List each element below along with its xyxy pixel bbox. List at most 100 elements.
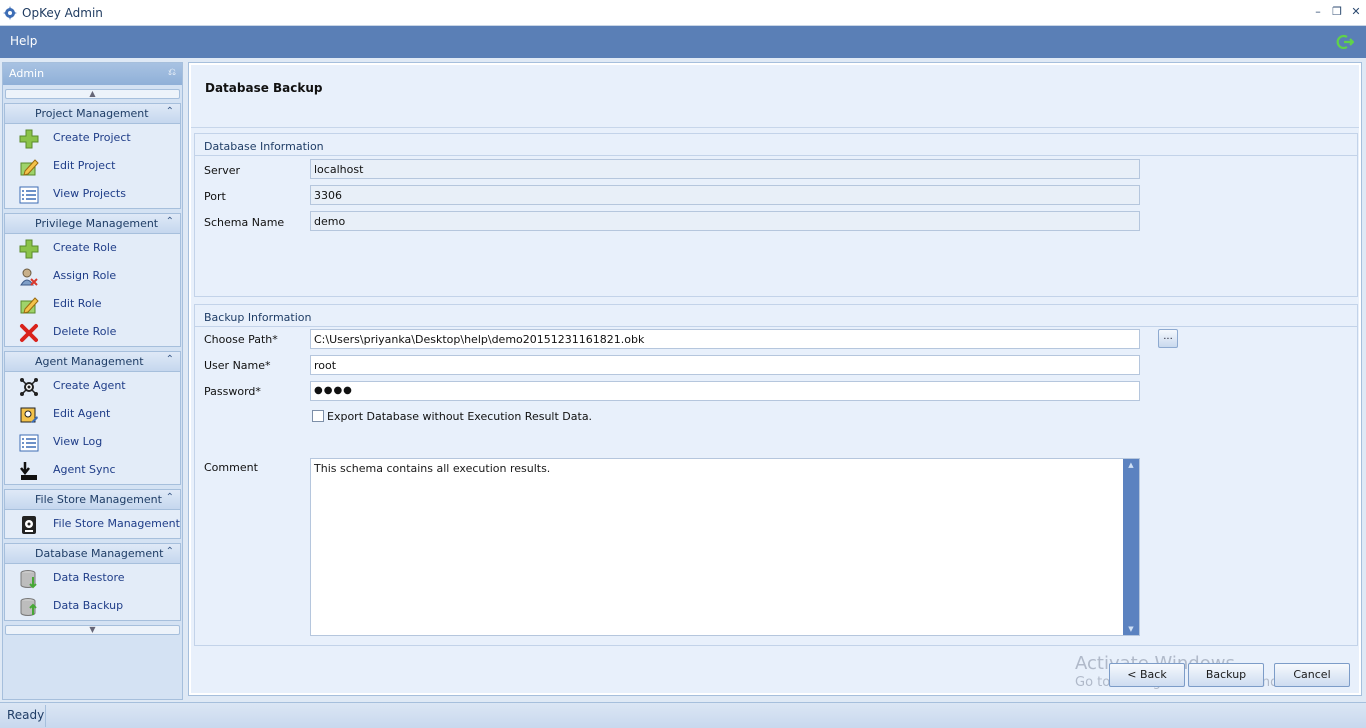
backup-information-section: Backup Information Choose Path* C:\Users… — [194, 304, 1358, 646]
server-label: Server — [204, 164, 241, 177]
sidebar-scroll-down[interactable]: ▼ — [5, 625, 180, 635]
schema-name-field: demo — [310, 211, 1140, 231]
group-header[interactable]: Agent Management ⌃ — [5, 352, 180, 372]
admin-sidebar: Admin ⎌ ▲ Project Management ⌃ Create Pr… — [2, 62, 183, 700]
sidebar-item-label: File Store Management — [53, 517, 180, 530]
sidebar-title: Admin — [9, 67, 45, 80]
group-agent-management: Agent Management ⌃ Create Agent Edit Age… — [4, 351, 181, 485]
export-without-results-checkbox[interactable] — [312, 410, 324, 422]
status-text: Ready — [7, 708, 45, 722]
header-divider — [191, 127, 1359, 128]
sidebar-item-edit-project[interactable]: Edit Project — [5, 152, 180, 180]
delete-icon — [20, 324, 38, 342]
main-content: Database Backup Database Information Ser… — [191, 65, 1359, 693]
group-title: Agent Management — [35, 355, 144, 368]
sidebar-item-edit-role[interactable]: Edit Role — [5, 290, 180, 318]
sidebar-item-delete-role[interactable]: Delete Role — [5, 318, 180, 346]
sidebar-item-label: Create Project — [53, 131, 131, 144]
sidebar-scroll-up[interactable]: ▲ — [5, 89, 180, 99]
minimize-icon[interactable]: – — [1310, 4, 1326, 20]
group-title: Privilege Management — [35, 217, 159, 230]
scroll-up-arrow-icon[interactable]: ▲ — [1123, 459, 1139, 471]
sidebar-item-create-role[interactable]: Create Role — [5, 234, 180, 262]
sidebar-item-create-agent[interactable]: Create Agent — [5, 372, 180, 400]
sidebar-item-label: Agent Sync — [53, 463, 116, 476]
browse-button[interactable]: ... — [1158, 329, 1178, 348]
collapse-icon[interactable]: ⌃ — [166, 546, 174, 557]
main-panel: Database Backup Database Information Ser… — [188, 62, 1362, 696]
comment-scrollbar[interactable]: ▲ ▼ — [1123, 459, 1139, 635]
app-logo-icon — [3, 6, 17, 20]
group-file-store-management: File Store Management ⌃ File Store Manag… — [4, 489, 181, 539]
sidebar-item-label: Data Backup — [53, 599, 124, 612]
export-checkbox-label[interactable]: Export Database without Execution Result… — [327, 410, 592, 423]
section-title: Backup Information — [204, 311, 312, 324]
sidebar-item-label: Create Role — [53, 241, 117, 254]
menu-help[interactable]: Help — [10, 34, 37, 48]
menu-bar: Help — [0, 26, 1366, 58]
sidebar-item-label: Delete Role — [53, 325, 117, 338]
user-name-input[interactable]: root — [310, 355, 1140, 375]
collapse-icon[interactable]: ⌃ — [166, 354, 174, 365]
section-title: Database Information — [204, 140, 324, 153]
page-title: Database Backup — [205, 81, 323, 95]
sidebar-item-label: View Projects — [53, 187, 126, 200]
edit-agent-icon — [20, 407, 38, 423]
sidebar-item-label: Data Restore — [53, 571, 125, 584]
sidebar-item-assign-role[interactable]: Assign Role — [5, 262, 180, 290]
server-field: localhost — [310, 159, 1140, 179]
group-database-management: Database Management ⌃ Data Restore Data … — [4, 543, 181, 621]
comment-text: This schema contains all execution resul… — [314, 462, 551, 475]
group-header[interactable]: Project Management ⌃ — [5, 104, 180, 124]
add-icon — [19, 239, 39, 259]
sidebar-item-view-log[interactable]: View Log — [5, 428, 180, 456]
sidebar-item-label: Assign Role — [53, 269, 117, 282]
list-icon — [19, 434, 39, 452]
window-title: OpKey Admin — [22, 6, 103, 20]
collapse-icon[interactable]: ⌃ — [166, 106, 174, 117]
comment-textarea[interactable]: This schema contains all execution resul… — [310, 458, 1140, 636]
title-bar: OpKey Admin – ❐ ✕ — [0, 0, 1366, 26]
pin-icon[interactable]: ⎌ — [168, 67, 176, 78]
section-divider — [195, 326, 1357, 327]
status-divider — [45, 705, 46, 727]
sidebar-item-label: Edit Role — [53, 297, 102, 310]
sidebar-item-data-backup[interactable]: Data Backup — [5, 592, 180, 620]
group-title: Project Management — [35, 107, 149, 120]
sidebar-item-file-store-management[interactable]: File Store Management — [5, 510, 180, 538]
add-icon — [19, 129, 39, 149]
choose-path-input[interactable]: C:\Users\priyanka\Desktop\help\demo20151… — [310, 329, 1140, 349]
backup-button[interactable]: Backup — [1188, 663, 1264, 687]
sidebar-header: Admin ⎌ — [3, 63, 182, 85]
close-icon[interactable]: ✕ — [1348, 4, 1364, 20]
sidebar-item-edit-agent[interactable]: Edit Agent — [5, 400, 180, 428]
status-bar: Ready — [0, 702, 1366, 728]
database-backup-icon — [20, 598, 37, 616]
edit-icon — [20, 159, 39, 176]
comment-label: Comment — [204, 461, 258, 474]
back-button[interactable]: < Back — [1109, 663, 1185, 687]
group-header[interactable]: Database Management ⌃ — [5, 544, 180, 564]
user-name-label: User Name* — [204, 359, 271, 372]
cancel-button[interactable]: Cancel — [1274, 663, 1350, 687]
sidebar-item-label: Create Agent — [53, 379, 126, 392]
group-project-management: Project Management ⌃ Create Project Edit… — [4, 103, 181, 209]
port-field: 3306 — [310, 185, 1140, 205]
password-label: Password* — [204, 385, 261, 398]
group-header[interactable]: Privilege Management ⌃ — [5, 214, 180, 234]
sidebar-item-label: Edit Project — [53, 159, 116, 172]
group-header[interactable]: File Store Management ⌃ — [5, 490, 180, 510]
assign-role-icon — [20, 268, 38, 286]
sidebar-item-agent-sync[interactable]: Agent Sync — [5, 456, 180, 484]
port-label: Port — [204, 190, 226, 203]
password-input[interactable]: ●●●● — [310, 381, 1140, 401]
group-title: File Store Management — [35, 493, 162, 506]
sidebar-item-data-restore[interactable]: Data Restore — [5, 564, 180, 592]
scroll-down-arrow-icon[interactable]: ▼ — [1123, 623, 1139, 635]
collapse-icon[interactable]: ⌃ — [166, 492, 174, 503]
collapse-icon[interactable]: ⌃ — [166, 216, 174, 227]
exit-icon[interactable] — [1336, 33, 1354, 51]
restore-icon[interactable]: ❐ — [1329, 4, 1345, 20]
sidebar-item-create-project[interactable]: Create Project — [5, 124, 180, 152]
sidebar-item-view-projects[interactable]: View Projects — [5, 180, 180, 208]
